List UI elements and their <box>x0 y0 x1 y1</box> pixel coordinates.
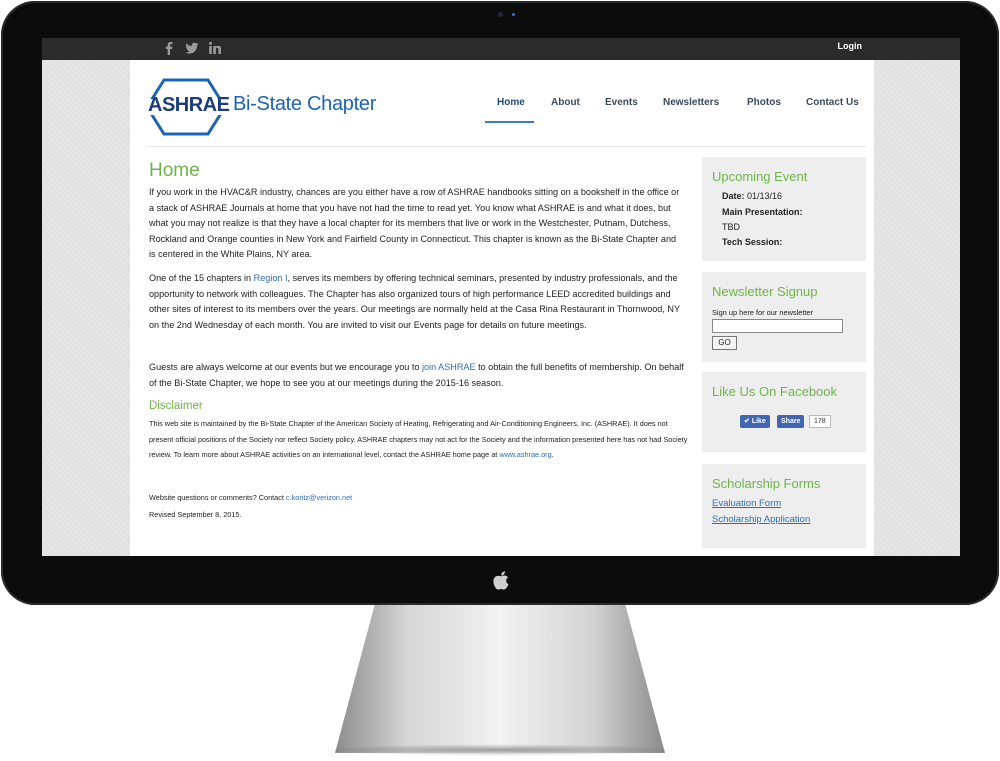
facebook-like-count: 178 <box>809 415 831 428</box>
stand-shadow <box>320 744 680 756</box>
scholarship-application-link[interactable]: Scholarship Application <box>712 514 810 525</box>
evaluation-form-link[interactable]: Evaluation Form <box>712 498 781 509</box>
join-ashrae-link[interactable]: join ASHRAE <box>422 362 476 372</box>
nav-newsletters[interactable]: Newsletters <box>663 97 719 123</box>
ashrae-org-link[interactable]: www.ashrae.org <box>499 450 551 459</box>
logo-chapter-text[interactable]: Bi-State Chapter <box>233 93 376 116</box>
disclaimer-text: This web site is maintained by the Bi-St… <box>149 419 688 460</box>
region-i-link[interactable]: Region I <box>254 273 288 283</box>
camera <box>498 12 503 17</box>
event-main-presentation-value: TBD <box>722 222 740 232</box>
nav-home[interactable]: Home <box>497 97 525 123</box>
newsletter-email-input[interactable] <box>712 319 843 333</box>
facebook-like-button[interactable]: ✔ Like <box>740 415 770 428</box>
twitter-icon[interactable] <box>185 41 199 55</box>
apple-logo-icon <box>493 571 509 590</box>
facebook-title: Like Us On Facebook <box>712 384 838 399</box>
header-divider <box>146 146 866 147</box>
upcoming-event-widget: Upcoming Event Date: 01/13/16 Main Prese… <box>702 157 866 261</box>
linkedin-icon[interactable] <box>208 41 222 55</box>
newsletter-go-button[interactable]: GO <box>712 336 737 350</box>
nav-contact-us[interactable]: Contact Us <box>806 97 859 123</box>
nav-about[interactable]: About <box>551 97 580 123</box>
facebook-widget: Like Us On Facebook ✔ Like Share 178 <box>702 372 866 452</box>
newsletter-label: Sign up here for our newsletter <box>712 308 814 317</box>
camera-led <box>512 13 515 16</box>
upcoming-event-title: Upcoming Event <box>712 169 808 184</box>
newsletter-widget: Newsletter Signup Sign up here for our n… <box>702 272 866 362</box>
intro-paragraph: If you work in the HVAC&R industry, chan… <box>149 187 680 260</box>
facebook-share-button[interactable]: Share <box>777 415 805 428</box>
nav-active-underline <box>485 121 534 123</box>
monitor-stand <box>335 605 665 753</box>
page-title: Home <box>149 160 200 181</box>
facebook-icon[interactable] <box>162 41 176 55</box>
logo-ashrae-text[interactable]: ASHRAE <box>148 94 230 117</box>
top-bar: Login <box>42 38 960 60</box>
newsletter-title: Newsletter Signup <box>712 284 818 299</box>
disclaimer-heading: Disclaimer <box>149 400 203 412</box>
contact-email-link[interactable]: c.koritz@verizon.net <box>286 493 352 502</box>
login-link[interactable]: Login <box>838 41 863 51</box>
event-date: Date: 01/13/16 <box>722 191 783 201</box>
scholarship-widget: Scholarship Forms Evaluation Form Schola… <box>702 464 866 548</box>
region-paragraph: One of the 15 chapters in Region I, serv… <box>149 273 680 330</box>
event-main-presentation-label: Main Presentation: <box>722 207 803 217</box>
contact-line: Website questions or comments? Contact c… <box>149 493 353 502</box>
nav-photos[interactable]: Photos <box>747 97 781 123</box>
revised-date: Revised September 8, 2015. <box>149 510 242 519</box>
page-content: ASHRAE Bi-State Chapter Home About Event… <box>130 60 874 556</box>
guests-paragraph: Guests are always welcome at our events … <box>149 362 684 388</box>
nav-events[interactable]: Events <box>605 97 638 123</box>
screen: Login ASHRAE Bi-State Chapter Home About… <box>42 38 960 556</box>
event-tech-session-label: Tech Session: <box>722 237 783 247</box>
scholarship-title: Scholarship Forms <box>712 476 821 491</box>
